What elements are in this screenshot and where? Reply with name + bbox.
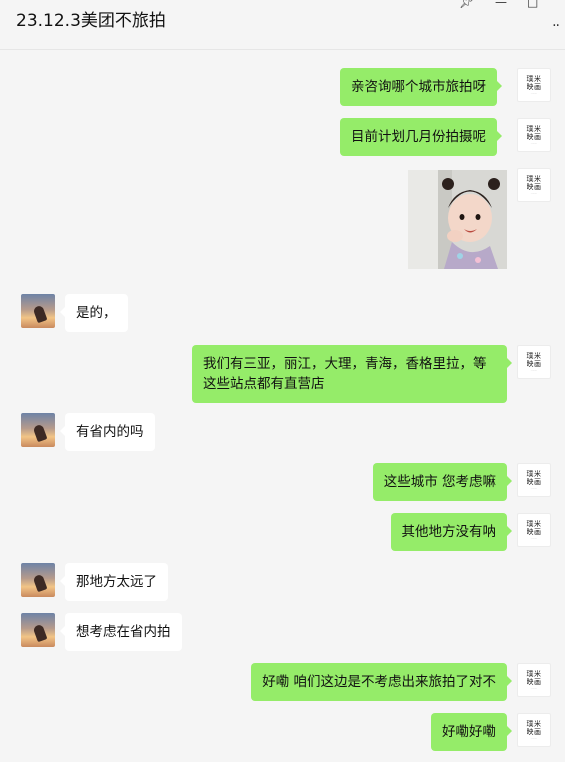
message-bubble[interactable]: 想考虑在省内拍 (60, 613, 182, 651)
my-avatar[interactable]: 璞米 映画 ······· (517, 345, 551, 379)
message-bubble[interactable]: 好嘞 咱们这边是不考虑出来旅拍了对不 (251, 663, 512, 701)
title-bar: 23.12.3美团不旅拍 📌︎ — □ ·· (0, 0, 565, 50)
message-bubble[interactable]: 这些城市 您考虑嘛 (372, 463, 513, 501)
my-avatar[interactable]: 璞米 映画 ······· (517, 663, 551, 697)
contact-avatar[interactable] (21, 563, 55, 597)
minimize-icon[interactable]: — (495, 0, 507, 8)
more-dots-icon[interactable]: ·· (552, 18, 560, 34)
message-bubble[interactable]: 是的， (60, 294, 128, 332)
sticker-image[interactable] (408, 170, 507, 269)
my-avatar[interactable]: 璞米 映画 ······· (517, 513, 551, 547)
contact-avatar[interactable] (21, 413, 55, 447)
my-avatar[interactable]: 璞米 映画 ······· (517, 713, 551, 747)
message-line: 这些站点都有直营店 (203, 376, 325, 392)
message-bubble[interactable]: 其他地方没有呐 (390, 513, 512, 551)
my-avatar[interactable]: 璞米 映画 ······· (517, 118, 551, 152)
chat-title: 23.12.3美团不旅拍 (16, 11, 166, 31)
my-avatar[interactable]: 璞米 映画 ······· (517, 463, 551, 497)
maximize-icon[interactable]: □ (527, 0, 538, 8)
message-bubble[interactable]: 好嘞好嘞 (431, 713, 512, 751)
message-bubble[interactable]: 那地方太远了 (60, 563, 168, 601)
contact-avatar[interactable] (21, 294, 55, 328)
message-bubble[interactable]: 我们有三亚，丽江，大理，青海，香格里拉，等 这些站点都有直营店 (192, 345, 512, 403)
contact-avatar[interactable] (21, 613, 55, 647)
child-photo-icon (408, 170, 507, 269)
message-line: 我们有三亚，丽江，大理，青海，香格里拉，等 (203, 356, 487, 372)
message-bubble[interactable]: 目前计划几月份拍摄呢 (340, 118, 502, 156)
message-bubble[interactable]: 有省内的吗 (60, 413, 155, 451)
message-bubble[interactable]: 亲咨询哪个城市旅拍呀 (340, 68, 502, 106)
my-avatar[interactable]: 璞米 映画 ······· (517, 68, 551, 102)
pin-icon[interactable]: 📌︎ (459, 0, 474, 8)
my-avatar[interactable]: 璞米 映画 ······· (517, 168, 551, 202)
